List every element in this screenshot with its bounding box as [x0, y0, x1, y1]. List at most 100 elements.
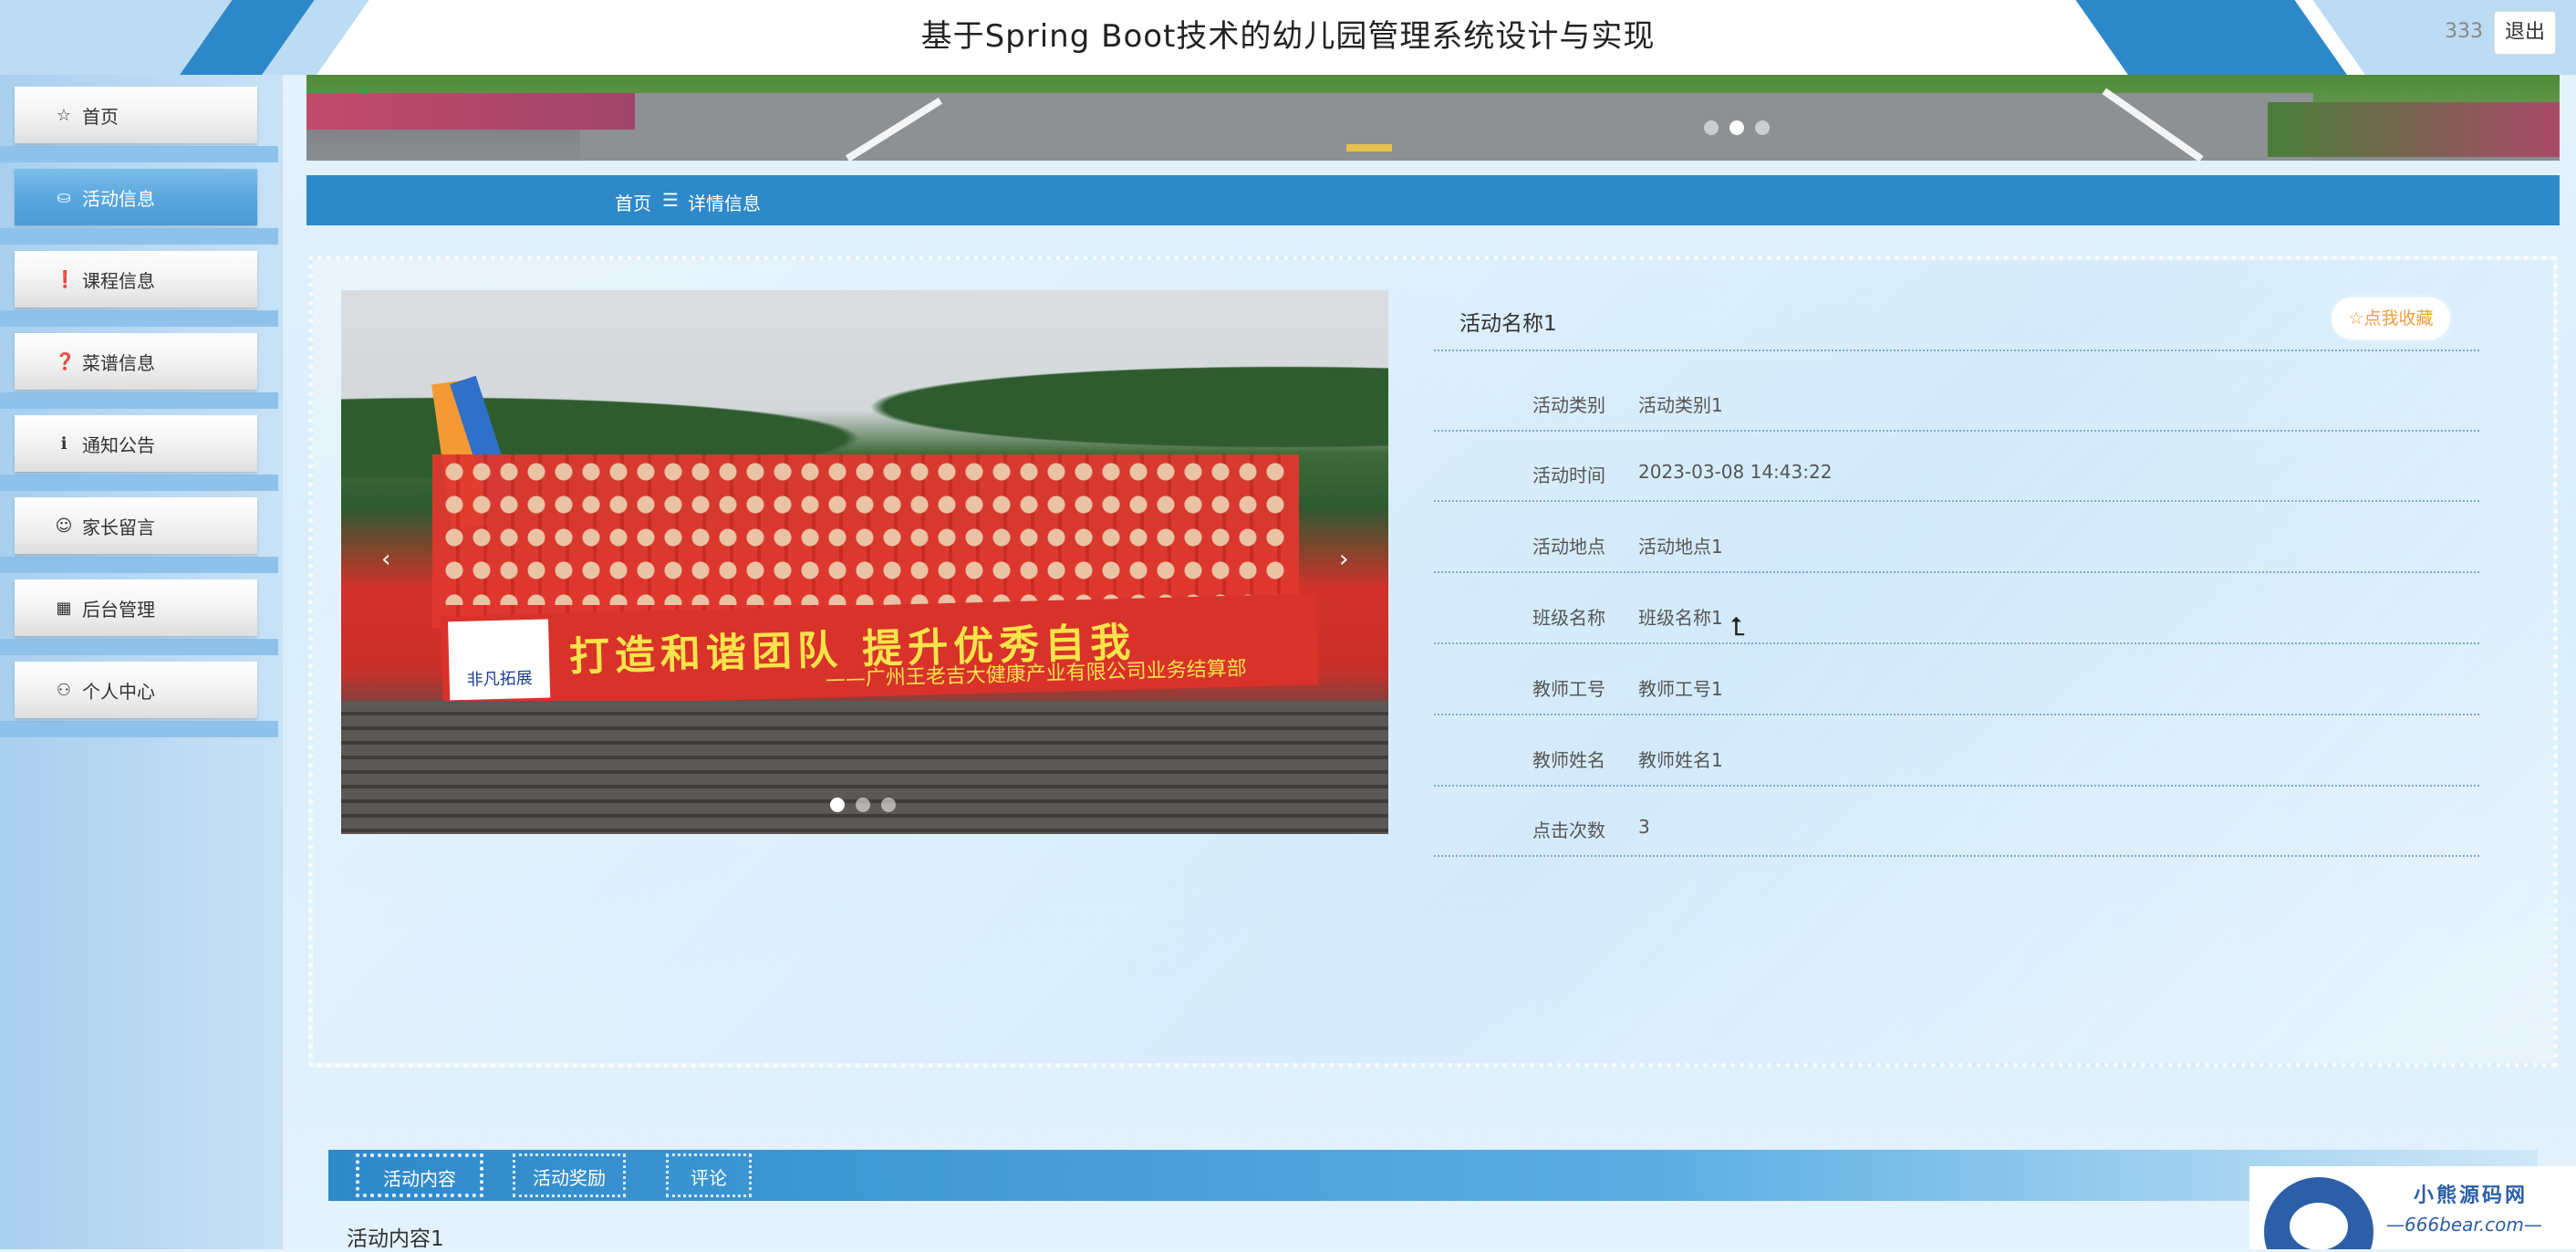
banner-dot-active[interactable]: [1729, 120, 1744, 135]
breadcrumb-home-link[interactable]: 首页: [615, 189, 651, 215]
sidebar-item-label: 后台管理: [82, 598, 155, 621]
sidebar-item-label: 菜谱信息: [82, 351, 155, 374]
tab-content-text: 活动内容1: [347, 1227, 444, 1251]
photo-next-arrow-icon[interactable]: ›: [1339, 546, 1348, 573]
photo-banner-logo-text: 非凡拓展: [466, 668, 533, 690]
shopping-bag-icon: ⛀: [57, 187, 71, 207]
photo-dot[interactable]: [881, 798, 896, 812]
field-label: 活动时间: [1532, 464, 1605, 486]
banner-dot[interactable]: [1704, 120, 1719, 135]
info-circle-icon: ℹ: [60, 433, 68, 454]
sidebar-item-messages[interactable]: ☺ 家长留言: [15, 497, 257, 554]
field-label: 教师工号: [1532, 678, 1605, 700]
field-value: 活动地点1: [1638, 536, 1723, 558]
sidebar-item-admin[interactable]: ▦ 后台管理: [15, 579, 257, 636]
detail-row-teacher-name: 教师姓名 教师姓名1: [1434, 746, 2479, 782]
field-label: 活动类别: [1532, 394, 1605, 416]
detail-row-class: 班级名称 班级名称1: [1434, 603, 2479, 640]
detail-separator: [1434, 855, 2479, 857]
sidebar-item-label: 通知公告: [82, 433, 155, 456]
photo-faces: [441, 459, 1290, 605]
banner-image-road: [580, 93, 2313, 161]
sidebar-divider: [0, 392, 278, 409]
sidebar-item-label: 个人中心: [82, 680, 155, 703]
field-label: 班级名称: [1532, 607, 1605, 629]
banner-image-flowers: [306, 93, 635, 130]
sidebar-item-home[interactable]: ☆ 首页: [15, 87, 257, 143]
question-circle-icon: ❓: [55, 351, 76, 371]
sidebar-divider: [0, 639, 278, 655]
detail-row-clicks: 点击次数 3: [1434, 816, 2479, 852]
logout-button[interactable]: 退出: [2494, 11, 2556, 55]
tab-comments[interactable]: 评论: [666, 1153, 752, 1197]
breadcrumb: 首页 ☰ 详情信息: [306, 175, 2560, 225]
star-outline-icon: ☆: [56, 105, 72, 125]
breadcrumb-current: 详情信息: [688, 193, 761, 214]
detail-separator: [1434, 714, 2479, 715]
detail-separator: [1434, 350, 2479, 351]
banner-carousel[interactable]: [306, 75, 2560, 161]
tab-activity-reward[interactable]: 活动奖励: [513, 1153, 626, 1197]
field-label: 教师姓名: [1532, 749, 1605, 771]
detail-row-category: 活动类别 活动类别1: [1434, 391, 2479, 427]
tab-activity-content[interactable]: 活动内容: [356, 1153, 483, 1197]
smiley-icon: ☺: [55, 516, 73, 536]
photo-banner-logo: 非凡拓展: [448, 619, 551, 701]
detail-separator: [1434, 642, 2479, 644]
exclamation-circle-icon: ❗: [55, 269, 76, 289]
photo-stairs: [341, 701, 1388, 834]
field-value: 3: [1638, 816, 1650, 838]
banner-image-flowers: [2268, 102, 2560, 157]
detail-row-location: 活动地点 活动地点1: [1434, 532, 2479, 569]
photo-dot-active[interactable]: [830, 798, 845, 812]
sidebar-item-label: 首页: [82, 105, 119, 128]
user-icon: ⚇: [56, 680, 72, 700]
field-value: 教师工号1: [1638, 678, 1723, 700]
sidebar-divider: [0, 721, 278, 737]
field-value: 班级名称1: [1638, 607, 1723, 629]
sidebar-divider: [0, 310, 278, 327]
detail-separator: [1434, 785, 2479, 787]
photo-pagination: [830, 798, 896, 812]
detail-separator: [1434, 571, 2479, 573]
detail-title: 活动名称1: [1459, 312, 1557, 336]
watermark-title: 小熊源码网: [2414, 1184, 2529, 1207]
collect-button[interactable]: ☆点我收藏: [2332, 297, 2450, 339]
detail-row-time: 活动时间 2023-03-08 14:43:22: [1434, 461, 2479, 497]
detail-separator: [1434, 430, 2479, 432]
field-value: 活动类别1: [1638, 394, 1723, 416]
breadcrumb-separator-icon: ☰: [662, 189, 679, 211]
bear-logo-icon: [2264, 1177, 2373, 1249]
sidebar-item-label: 活动信息: [82, 187, 155, 210]
site-watermark: 小熊源码网 —666bear.com—: [2249, 1166, 2576, 1249]
detail-photo-carousel[interactable]: 非凡拓展 打造和谐团队 提升优秀自我 ——广州王老吉大健康产业有限公司业务结算部…: [341, 290, 1388, 834]
photo-prev-arrow-icon[interactable]: ‹: [381, 546, 390, 573]
detail-tabs: 活动内容 活动奖励 评论: [328, 1150, 2538, 1201]
calendar-icon: ▦: [56, 598, 72, 618]
mouse-cursor-icon: ⮤: [1730, 611, 1746, 642]
banner-image-dash: [1346, 144, 1392, 151]
site-title: 基于Spring Boot技术的幼儿园管理系统设计与实现: [920, 18, 1656, 55]
sidebar-item-recipes[interactable]: ❓ 菜谱信息: [15, 333, 257, 390]
sidebar-divider: [0, 146, 278, 162]
detail-separator: [1434, 500, 2479, 502]
field-value: 教师姓名1: [1638, 749, 1723, 771]
field-value: 2023-03-08 14:43:22: [1638, 461, 1833, 483]
sidebar-item-profile[interactable]: ⚇ 个人中心: [15, 662, 257, 718]
top-header: 基于Spring Boot技术的幼儿园管理系统设计与实现 333 退出: [0, 0, 2576, 75]
sidebar-item-activities[interactable]: ⛀ 活动信息: [15, 169, 257, 225]
banner-dot[interactable]: [1755, 120, 1770, 135]
field-label: 活动地点: [1532, 536, 1605, 558]
photo-dot[interactable]: [856, 798, 870, 812]
sidebar-divider: [0, 228, 278, 245]
sidebar-item-label: 课程信息: [82, 269, 155, 292]
field-label: 点击次数: [1532, 819, 1605, 841]
banner-pagination: [1704, 120, 1770, 135]
sidebar-item-label: 家长留言: [82, 516, 155, 538]
sidebar-item-courses[interactable]: ❗ 课程信息: [15, 251, 257, 308]
username-label[interactable]: 333: [2445, 20, 2483, 43]
sidebar-item-notices[interactable]: ℹ 通知公告: [15, 415, 257, 472]
sidebar-divider: [0, 557, 278, 573]
sidebar-divider: [0, 475, 278, 491]
detail-row-teacher-id: 教师工号 教师工号1: [1434, 674, 2479, 711]
